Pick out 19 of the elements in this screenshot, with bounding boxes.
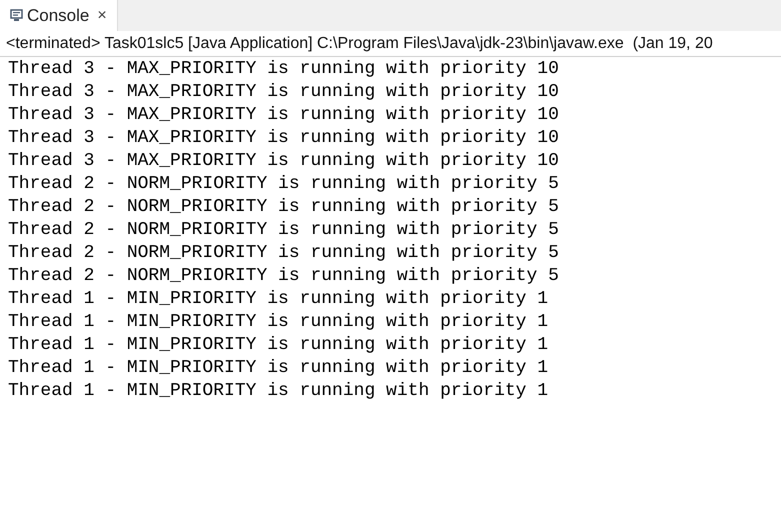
console-line: Thread 1 - MIN_PRIORITY is running with priority 1 xyxy=(8,380,548,403)
console-icon xyxy=(10,9,23,22)
console-line: Thread 3 - MAX_PRIORITY is running with priority 10 xyxy=(8,104,559,127)
console-tab[interactable]: Console × xyxy=(0,0,118,31)
console-line: Thread 3 - MAX_PRIORITY is running with priority 10 xyxy=(8,150,559,173)
console-line: Thread 1 - MIN_PRIORITY is running with priority 1 xyxy=(8,357,548,380)
console-line: Thread 3 - MAX_PRIORITY is running with priority 10 xyxy=(8,81,559,104)
console-line: Thread 2 - NORM_PRIORITY is running with priority 5 xyxy=(8,242,559,265)
console-line: Thread 2 - NORM_PRIORITY is running with priority 5 xyxy=(8,265,559,288)
console-line: Thread 1 - MIN_PRIORITY is running with priority 1 xyxy=(8,311,548,334)
console-line: Thread 2 - NORM_PRIORITY is running with priority 5 xyxy=(8,196,559,219)
console-line: Thread 1 - MIN_PRIORITY is running with priority 1 xyxy=(8,334,548,357)
process-status: <terminated> Task01slc5 [Java Application] C:\Program Files\Java\jdk-23\bin\javaw.exe (Jan 19, 20 xyxy=(6,34,713,54)
close-button[interactable]: × xyxy=(97,4,107,28)
console-line: Thread 3 - MAX_PRIORITY is running with priority 10 xyxy=(8,58,559,81)
console-line: Thread 1 - MIN_PRIORITY is running with priority 1 xyxy=(8,288,548,311)
console-line: Thread 2 - NORM_PRIORITY is running with priority 5 xyxy=(8,173,559,196)
console-line: Thread 2 - NORM_PRIORITY is running with priority 5 xyxy=(8,219,559,242)
console-line: Thread 3 - MAX_PRIORITY is running with priority 10 xyxy=(8,127,559,150)
